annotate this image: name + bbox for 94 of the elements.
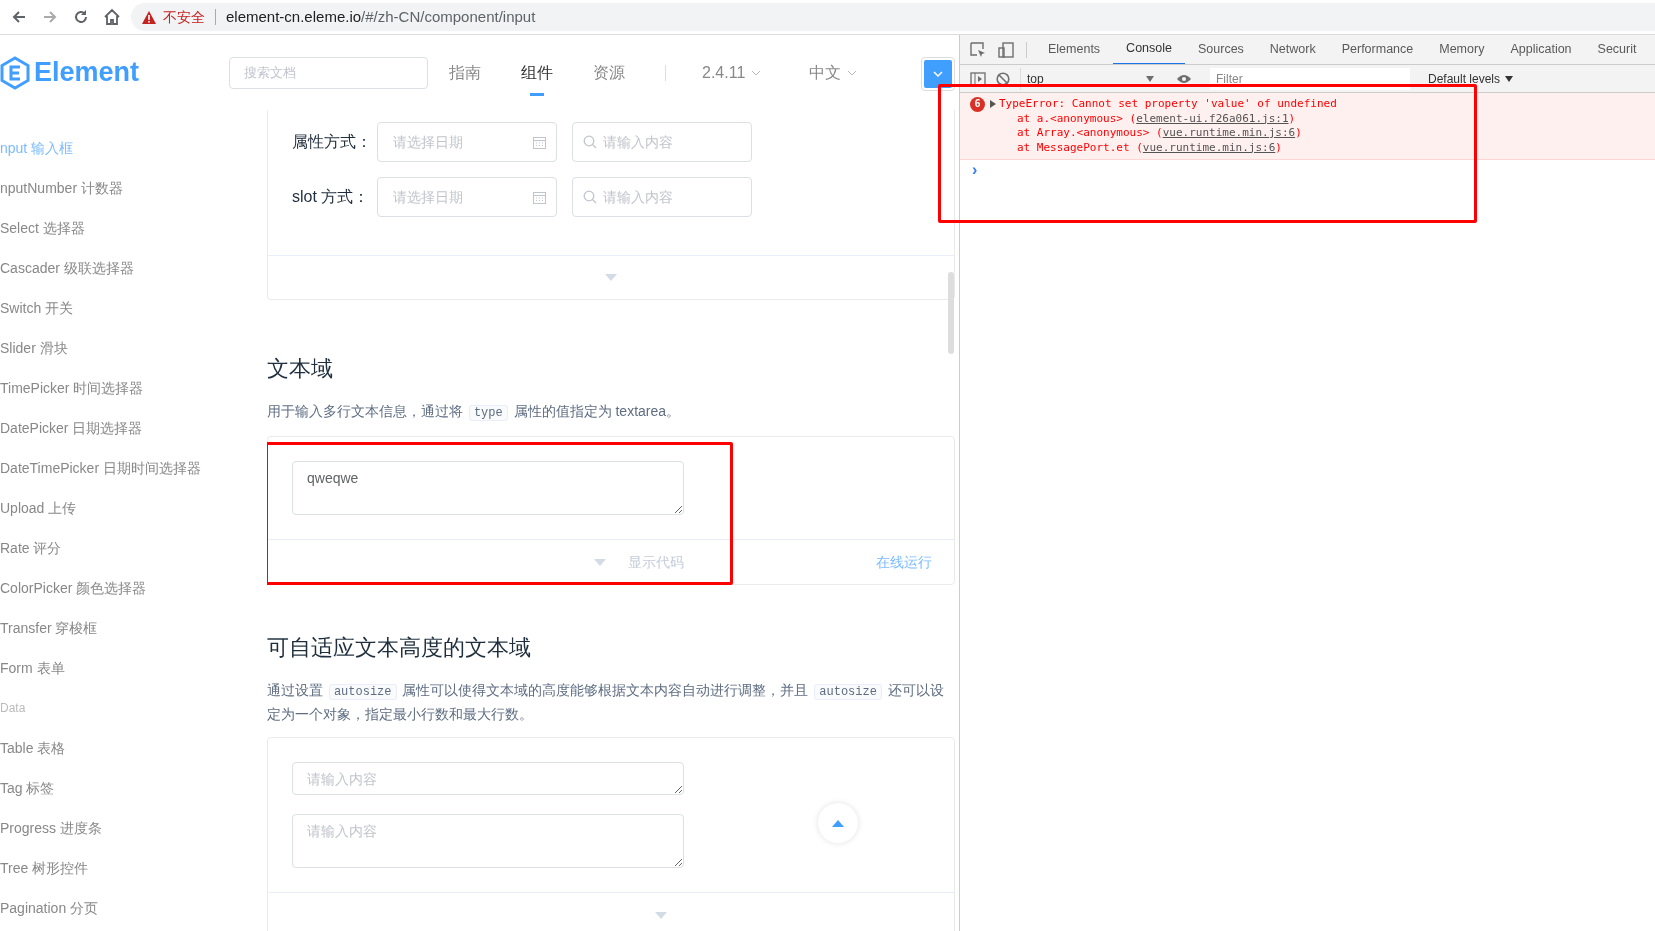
- nav-link[interactable]: 资源: [593, 56, 625, 89]
- address-bar[interactable]: 不安全 element-cn.eleme.io/#/zh-CN/component/input: [131, 3, 1655, 31]
- sidebar-link[interactable]: Rate 评分: [0, 528, 267, 568]
- clear-icon: [996, 71, 1010, 86]
- active-indicator: [530, 92, 544, 96]
- calendar-icon: [533, 190, 546, 204]
- inspect-icon: [970, 41, 986, 58]
- sidebar-link[interactable]: Table 表格: [0, 728, 267, 768]
- sidebar-link[interactable]: Switch 开关: [0, 288, 267, 328]
- sidebar-link[interactable]: Form 表单: [0, 648, 267, 688]
- search-icon: [583, 190, 597, 204]
- reload-icon: [72, 8, 90, 26]
- description-text: 通过设置 autosize 属性可以使得文本域的高度能够根据文本内容自动进行调整，并且 autosize 还可以设定为一个对象，指定最小行数和最大行数。: [267, 681, 945, 724]
- sidebar-link[interactable]: Pagination 分页: [0, 888, 267, 928]
- devtools-tab[interactable]: Sources: [1185, 35, 1257, 64]
- stack-frame-text: ): [1288, 111, 1296, 125]
- stack-frame-text: at a.<anonymous> (: [1017, 111, 1137, 125]
- error-message: TypeError: Cannot set property 'value' of undefined: [999, 97, 1337, 112]
- textarea-field[interactable]: qweqwe: [292, 461, 684, 515]
- nav-link[interactable]: 指南: [449, 56, 481, 89]
- source-link[interactable]: vue.runtime.min.js:6: [1142, 140, 1276, 154]
- devtools-tab[interactable]: Securit: [1584, 35, 1650, 64]
- devtools-tab[interactable]: Elements: [1035, 35, 1114, 64]
- sidebar-link[interactable]: nputNumber 计数器: [0, 168, 267, 208]
- source-link[interactable]: element-ui.f26a061.js:1: [1136, 111, 1289, 125]
- stack-frame-text: at MessagePort.et (: [1017, 140, 1143, 154]
- sidebar-toggle-icon: [970, 71, 986, 86]
- sidebar-link[interactable]: Transfer 穿梭框: [0, 608, 267, 648]
- sidebar-link[interactable]: Upload 上传: [0, 488, 267, 528]
- caret-up-icon: [832, 819, 844, 827]
- caret-down-icon: [594, 558, 606, 566]
- language-dropdown[interactable]: 中文: [809, 60, 858, 85]
- caret-down-icon: [1505, 75, 1514, 82]
- search-icon: [583, 135, 597, 149]
- theme-dropdown-button[interactable]: [921, 57, 955, 91]
- stack-frame-text: ): [1295, 126, 1302, 139]
- sidebar-link[interactable]: Progress 进度条: [0, 808, 267, 848]
- devtools-tab[interactable]: Network: [1256, 35, 1329, 64]
- search-field[interactable]: 搜索文档: [229, 56, 428, 89]
- calendar-icon: [533, 135, 546, 149]
- section-title: 文本域: [267, 355, 334, 383]
- placeholder-text: 请选择日期: [392, 187, 464, 207]
- console-prompt[interactable]: ›: [972, 162, 978, 178]
- sidebar-link[interactable]: Slider 滑块: [0, 328, 267, 368]
- expand-triangle-icon: [990, 100, 996, 108]
- sidebar-link[interactable]: Tag 标签: [0, 768, 267, 808]
- error-count-badge: 6: [970, 97, 985, 112]
- sidebar-link[interactable]: Select 选择器: [0, 208, 267, 248]
- devtools-tab[interactable]: Memory: [1426, 35, 1498, 64]
- placeholder-text: 请选择日期: [392, 132, 464, 152]
- sidebar-link[interactable]: ColorPicker 颜色选择器: [0, 568, 267, 608]
- source-link[interactable]: vue.runtime.min.js:6: [1162, 126, 1296, 139]
- caret-down-icon: [655, 911, 667, 919]
- home-button[interactable]: [103, 8, 121, 26]
- chevron-down-icon: [933, 71, 943, 77]
- logo-text: Element: [34, 56, 140, 90]
- warning-icon: [141, 9, 157, 25]
- textarea-field[interactable]: 请输入内容: [292, 814, 684, 868]
- stack-frame-text: ): [1275, 140, 1282, 154]
- sidebar-link[interactable]: Tree 树形控件: [0, 848, 267, 888]
- caret-down-icon: [605, 274, 617, 281]
- stack-frame-text: at Array.<anonymous> (: [1017, 126, 1163, 139]
- home-icon: [103, 8, 121, 26]
- reload-button[interactable]: [72, 8, 90, 26]
- eye-icon: [1176, 73, 1192, 84]
- sidebar-link[interactable]: TimePicker 时间选择器: [0, 368, 267, 408]
- security-warning: 不安全: [163, 7, 205, 27]
- run-online-link[interactable]: 在线运行: [876, 551, 932, 573]
- caret-down-icon: [1146, 75, 1154, 82]
- context-select[interactable]: top: [1020, 67, 1160, 90]
- sidebar-link[interactable]: DateTimePicker 日期时间选择器: [0, 448, 267, 488]
- description-text: 用于输入多行文本信息，通过将 type 属性的值指定为 textarea。: [267, 402, 682, 423]
- scrollbar-thumb[interactable]: [948, 272, 954, 354]
- placeholder-text: 请输入内容: [603, 132, 674, 152]
- filter-field[interactable]: Filter: [1210, 67, 1410, 90]
- textarea-field[interactable]: 请输入内容: [292, 762, 684, 795]
- device-icon: [998, 41, 1014, 58]
- placeholder-text: 请输入内容: [603, 187, 674, 207]
- sidebar-link[interactable]: DatePicker 日期选择器: [0, 408, 267, 448]
- logo-icon: [0, 55, 30, 90]
- devtools-tab[interactable]: Application: [1497, 35, 1585, 64]
- group-label: Data: [0, 700, 27, 717]
- section-title: 可自适应文本高度的文本域: [267, 634, 532, 662]
- devtools-tab[interactable]: Performance: [1328, 35, 1427, 64]
- nav-link[interactable]: 组件: [521, 56, 553, 89]
- field-label: slot 方式：: [292, 187, 362, 207]
- back-to-top-button[interactable]: [818, 803, 858, 843]
- version-dropdown[interactable]: 2.4.11: [702, 60, 762, 85]
- sidebar-link[interactable]: Cascader 级联选择器: [0, 248, 267, 288]
- sidebar-link[interactable]: nput 输入框: [0, 128, 267, 168]
- url-text: element-cn.eleme.io/#/zh-CN/component/input: [226, 6, 536, 27]
- levels-dropdown[interactable]: Default levels: [1428, 69, 1514, 88]
- chevron-down-icon: [751, 69, 762, 76]
- chevron-down-icon: [847, 69, 858, 76]
